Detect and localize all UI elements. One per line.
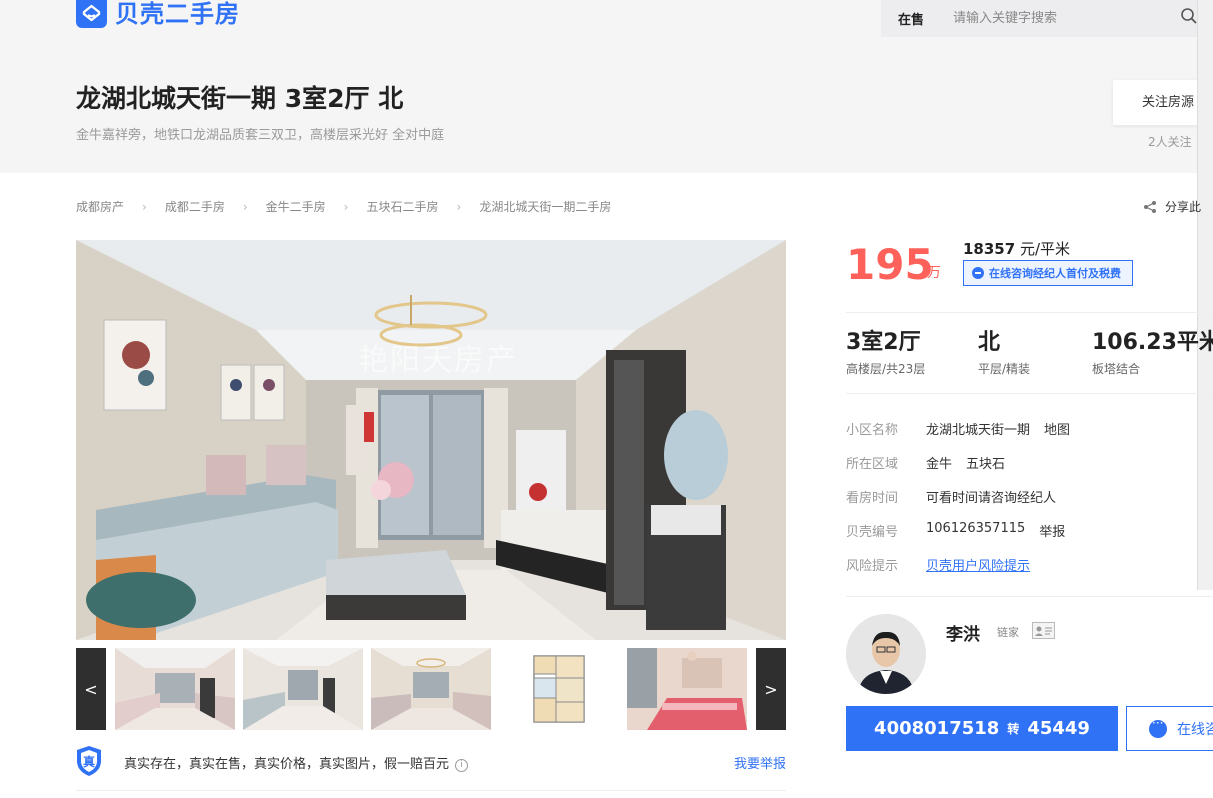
divider [846, 393, 1213, 394]
search-input[interactable] [953, 6, 1173, 30]
info-icon[interactable]: i [455, 759, 469, 772]
risk-notice-link[interactable]: 贝壳用户风险提示 [926, 555, 1030, 574]
chevron-right-icon: › [343, 199, 349, 214]
stat-layout-main: 3室2厅 [846, 330, 921, 355]
site-logo[interactable]: 贝壳二手房 [76, 0, 240, 28]
map-link[interactable]: 地图 [1044, 419, 1070, 438]
phone-main: 4008017518 [874, 718, 1000, 739]
phone-button[interactable]: 4008017518 转 45449 [846, 706, 1118, 751]
chat-icon [972, 267, 984, 279]
stat-orientation-main: 北 [978, 330, 1001, 355]
info-label: 小区名称 [846, 423, 899, 438]
unit-price-value: 18357 [963, 240, 1016, 258]
phone-ext: 45449 [1027, 718, 1090, 739]
guarantee-bar: 真 真实存在，真实在售，真实价格，真实图片，假一赔百元 i 我要举报 [76, 745, 786, 791]
breadcrumb-item[interactable]: 金牛二手房 [266, 198, 326, 215]
unit-price-suffix: 元/平米 [1015, 240, 1071, 258]
unit-price: 18357 元/平米 [963, 238, 1070, 259]
divider [846, 596, 1213, 597]
share-icon [1144, 200, 1156, 213]
floorplan-thumbnail[interactable] [499, 648, 619, 730]
breadcrumb-item[interactable]: 成都房产 [76, 198, 124, 215]
share-button[interactable]: 分享此 [1143, 198, 1201, 215]
logo-text: 贝壳二手房 [115, 0, 240, 28]
listing-id-value: 106126357115 [926, 521, 1026, 536]
online-chat-label: 在线咨询 [1177, 721, 1213, 738]
consult-tax-button[interactable]: 在线咨询经纪人首付及税费 [963, 260, 1133, 286]
total-price: 195 [846, 240, 934, 289]
stat-orientation-sub: 平层/精装 [978, 362, 1031, 376]
stat-area-main: 106.23平米 [1092, 330, 1213, 355]
report-link[interactable]: 我要举报 [734, 753, 786, 772]
info-row-area: 所在区域 金牛 五块石 [846, 453, 1005, 472]
chevron-right-icon: › [242, 199, 248, 214]
online-chat-button[interactable]: 在线咨询 [1126, 706, 1213, 751]
chevron-right-icon: › [456, 199, 462, 214]
guarantee-text: 真实存在，真实在售，真实价格，真实图片，假一赔百元 i [124, 753, 469, 772]
info-row-id: 贝壳编号 106126357115 举报 [846, 521, 1065, 540]
agent-avatar[interactable] [846, 614, 926, 694]
thumbnail[interactable] [115, 648, 235, 730]
total-price-unit: 万 [927, 265, 941, 281]
follow-count: 2人关注 [1148, 135, 1192, 149]
thumbnail[interactable] [243, 648, 363, 730]
listing-title: 龙湖北城天街一期 3室2厅 北 [76, 84, 404, 113]
info-row-visit: 看房时间 可看时间请咨询经纪人 [846, 487, 1056, 506]
agent-name[interactable]: 李洪 [946, 620, 980, 645]
stat-layout-sub: 高楼层/共23层 [846, 362, 926, 376]
divider [846, 312, 1213, 313]
thumbnail[interactable] [627, 648, 747, 730]
report-id-link[interactable]: 举报 [1039, 521, 1065, 540]
info-label: 所在区域 [846, 457, 899, 472]
breadcrumb-item[interactable]: 龙湖北城天街一期二手房 [479, 198, 611, 215]
breadcrumb: 成都房产 › 成都二手房 › 金牛二手房 › 五块石二手房 › 龙湖北城天街一期… [76, 198, 611, 215]
info-label: 看房时间 [846, 491, 899, 506]
thumb-prev-button[interactable]: < [76, 648, 106, 730]
living-room-image [76, 240, 786, 640]
stat-area-sub: 板塔结合 [1092, 362, 1141, 376]
thumbnail[interactable] [371, 648, 491, 730]
breadcrumb-item[interactable]: 成都二手房 [165, 198, 225, 215]
guarantee-statement: 真实存在，真实在售，真实价格，真实图片，假一赔百元 [124, 757, 450, 772]
share-label: 分享此 [1165, 200, 1202, 214]
district-link[interactable]: 金牛 [926, 453, 952, 472]
consult-tax-label: 在线咨询经纪人首付及税费 [989, 267, 1121, 280]
visit-time-value: 可看时间请咨询经纪人 [926, 491, 1057, 506]
chevron-right-icon: › [142, 199, 147, 214]
main-photo[interactable]: 艳阳天房产 [76, 240, 786, 640]
logo-mark-icon [76, 0, 107, 28]
listing-subtitle: 金牛嘉祥旁，地铁口龙湖品质套三双卫，高楼层采光好 全对中庭 [76, 128, 445, 143]
stat-area: 106.23平米 板塔结合 [1092, 328, 1213, 377]
chat-bubble-icon [1149, 716, 1167, 738]
stat-layout: 3室2厅 高楼层/共23层 [846, 328, 925, 377]
phone-zhuan: 转 [1007, 722, 1020, 736]
search-box: 在售 [881, 0, 1213, 37]
community-link[interactable]: 龙湖北城天街一期 [926, 419, 1030, 438]
info-label: 贝壳编号 [846, 525, 899, 540]
stat-orientation: 北 平层/精装 [978, 328, 1030, 377]
info-label: 风险提示 [846, 559, 899, 574]
search-tab-onsale[interactable]: 在售 [898, 9, 924, 28]
photo-watermark: 艳阳天房产 [358, 343, 518, 378]
search-icon[interactable] [1180, 7, 1198, 25]
right-side-strip [1197, 0, 1213, 590]
agent-brand: 链家 [997, 626, 1019, 639]
block-link[interactable]: 五块石 [966, 453, 1005, 472]
info-row-community: 小区名称 龙湖北城天街一期 地图 [846, 419, 1070, 438]
shield-label: 真 [83, 755, 96, 769]
thumb-next-button[interactable]: > [756, 648, 786, 730]
id-card-icon[interactable] [1032, 622, 1055, 639]
breadcrumb-item[interactable]: 五块石二手房 [366, 198, 438, 215]
info-row-risk: 风险提示 贝壳用户风险提示 [846, 555, 1030, 574]
